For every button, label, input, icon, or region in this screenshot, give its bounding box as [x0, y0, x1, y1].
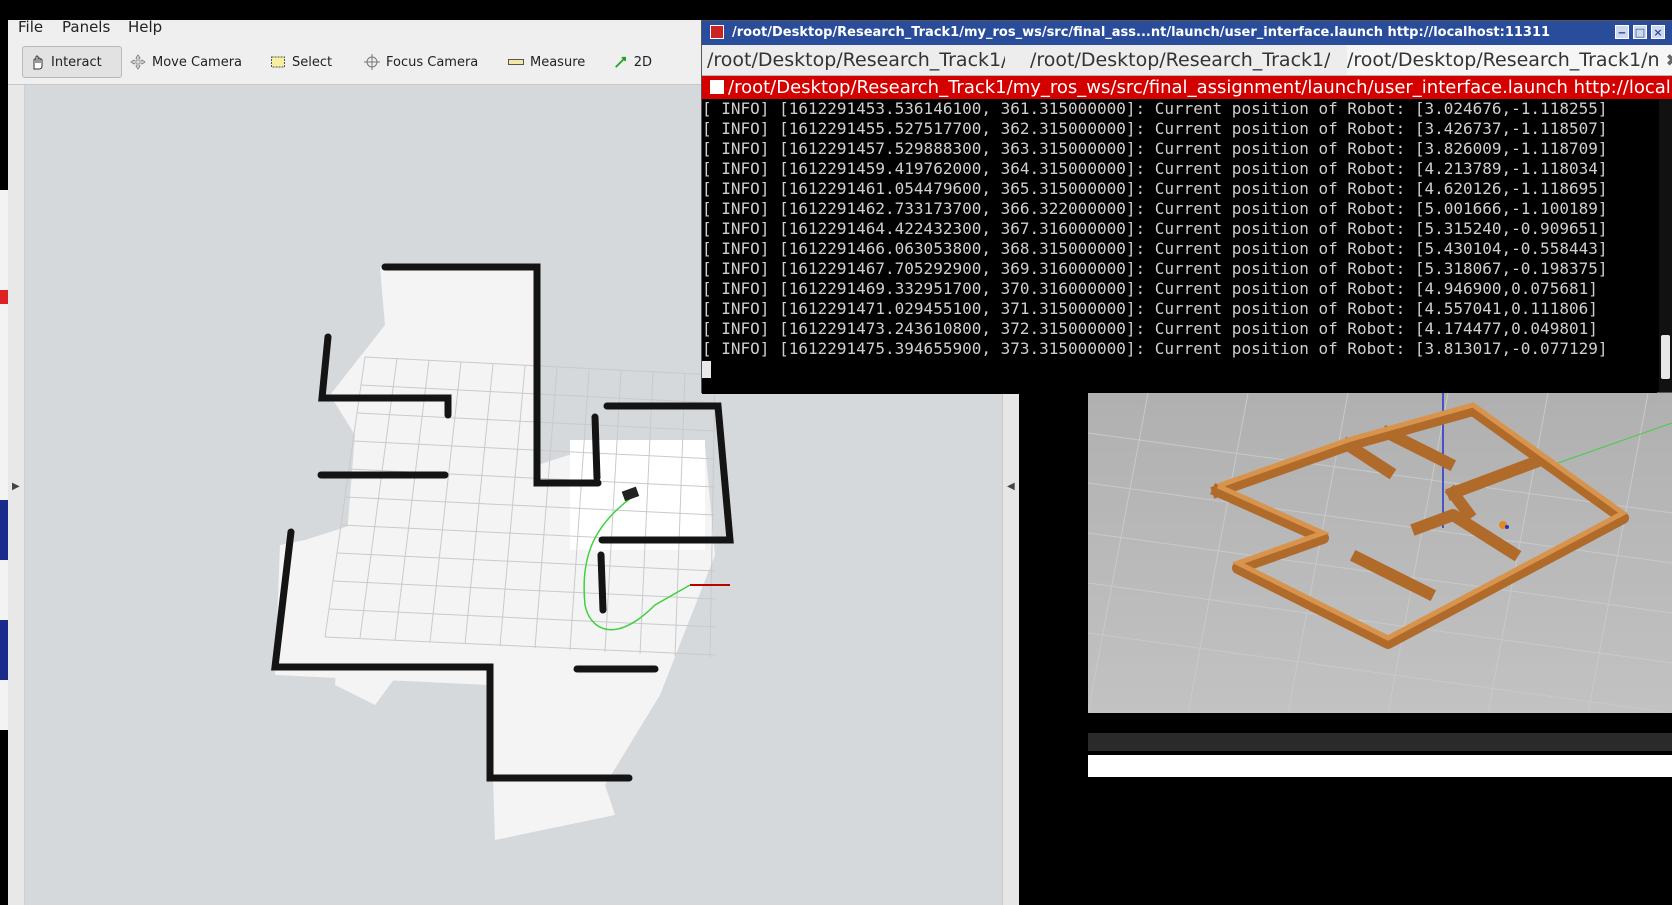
- gazebo-panel: [1088, 755, 1672, 777]
- terminal-line: [ INFO] [1612291467.705292900, 369.31600…: [702, 259, 1608, 278]
- terminal-cursor: [702, 361, 711, 378]
- gazebo-status-bar: [1088, 733, 1672, 751]
- menu-file[interactable]: File: [18, 18, 43, 36]
- expand-left-icon[interactable]: ▶: [12, 481, 20, 492]
- terminal-line: [ INFO] [1612291469.332951700, 370.31600…: [702, 279, 1598, 298]
- terminal-line: [ INFO] [1612291464.422432300, 367.31600…: [702, 219, 1608, 238]
- tool-interact-label: Interact: [51, 54, 102, 70]
- left-panel-handle[interactable]: ▶: [8, 85, 25, 905]
- terminal-output[interactable]: [ INFO] [1612291453.536146100, 361.31500…: [702, 99, 1657, 394]
- terminal-app-icon: [710, 25, 724, 39]
- tool-2d-pose-label: 2D: [633, 54, 652, 70]
- desktop-decoration: [0, 290, 8, 304]
- terminal-line: [ INFO] [1612291453.536146100, 361.31500…: [702, 99, 1608, 118]
- terminal-line: [ INFO] [1612291461.054479600, 365.31500…: [702, 179, 1608, 198]
- terminal-line: [ INFO] [1612291462.733173700, 366.32200…: [702, 199, 1608, 218]
- robot-model: [1505, 525, 1509, 529]
- terminal-subtitle-bar: /root/Desktop/Research_Track1/my_ros_ws/…: [702, 76, 1672, 99]
- terminal-line: [ INFO] [1612291471.029455100, 371.31500…: [702, 299, 1598, 318]
- terminal-line: [ INFO] [1612291466.063053800, 368.31500…: [702, 239, 1608, 258]
- minimize-icon[interactable]: ‒: [1615, 25, 1629, 39]
- tool-measure-label: Measure: [530, 54, 586, 70]
- terminal-subtitle: /root/Desktop/Research_Track1/my_ros_ws/…: [728, 77, 1672, 98]
- tool-move-camera[interactable]: Move Camera: [124, 46, 250, 78]
- terminal-title: /root/Desktop/Research_Track1/my_ros_ws/…: [732, 25, 1551, 40]
- tool-move-camera-label: Move Camera: [152, 54, 243, 70]
- gazebo-view[interactable]: [1088, 393, 1672, 713]
- terminal-tab[interactable]: /root/Desktop/Research_Track1/n✖: [707, 45, 1005, 75]
- terminal-scrollbar[interactable]: [1659, 99, 1672, 392]
- terminal-line: [ INFO] [1612291473.243610800, 372.31500…: [702, 319, 1598, 338]
- ruler-icon: [508, 59, 524, 65]
- tool-select[interactable]: Select: [264, 46, 344, 78]
- tool-focus-camera[interactable]: Focus Camera: [358, 46, 488, 78]
- terminal-app-icon: [710, 80, 724, 94]
- terminal-tab-label: /root/Desktop/Research_Track1/n: [707, 49, 1005, 71]
- close-icon[interactable]: ×: [1651, 25, 1665, 39]
- tool-focus-camera-label: Focus Camera: [386, 54, 479, 70]
- tool-2d-pose[interactable]: 2D: [608, 46, 658, 78]
- terminal-tab-label: /root/Desktop/Research_Track1/n: [1347, 49, 1660, 71]
- focus-crosshair-icon: [364, 54, 380, 70]
- select-box-icon: [271, 56, 285, 68]
- terminal-tab[interactable]: /root/Desktop/Research_Track1/n✖: [1030, 45, 1330, 75]
- terminal-line: [ INFO] [1612291475.394655900, 373.31500…: [702, 339, 1608, 358]
- terminal-line: [ INFO] [1612291459.419762000, 364.31500…: [702, 159, 1608, 178]
- terminal-line: [ INFO] [1612291457.529888300, 363.31500…: [702, 139, 1608, 158]
- terminal-tab-active[interactable]: /root/Desktop/Research_Track1/n ✖: [1347, 45, 1672, 75]
- desktop-decoration: [0, 620, 8, 680]
- scrollbar-thumb[interactable]: [1661, 335, 1670, 379]
- terminal-title-bar: /root/Desktop/Research_Track1/my_ros_ws/…: [702, 21, 1672, 45]
- menu-panels[interactable]: Panels: [62, 18, 110, 36]
- close-tab-icon[interactable]: ✖: [1666, 51, 1672, 71]
- desktop-decoration: [0, 500, 8, 560]
- hand-pointer-icon: [33, 55, 43, 70]
- tool-interact[interactable]: Interact: [22, 46, 122, 78]
- maximize-icon[interactable]: □: [1633, 25, 1647, 39]
- tool-measure[interactable]: Measure: [502, 46, 594, 78]
- menu-help[interactable]: Help: [128, 18, 162, 36]
- pose-arrow-icon: [615, 56, 627, 68]
- terminal-tabs: /root/Desktop/Research_Track1/n ✖ /root/D…: [702, 45, 1672, 76]
- terminal-line: [ INFO] [1612291455.527517700, 362.31500…: [702, 119, 1608, 138]
- tool-select-label: Select: [292, 54, 333, 70]
- move-camera-icon: [130, 54, 146, 70]
- gazebo-scene: [1088, 393, 1672, 713]
- collapse-right-icon[interactable]: ◀: [1007, 481, 1015, 492]
- terminal-tab-label: /root/Desktop/Research_Track1/n: [1030, 49, 1330, 71]
- terminal-window: /root/Desktop/Research_Track1/my_ros_ws/…: [701, 20, 1672, 394]
